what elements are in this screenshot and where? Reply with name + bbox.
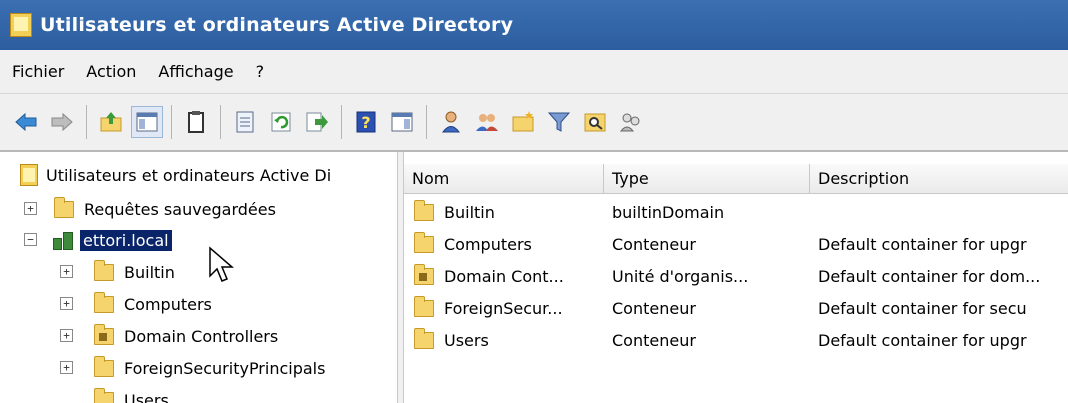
expand-saved-queries[interactable]: + <box>24 202 37 215</box>
ou-folder-icon <box>94 323 114 345</box>
list-row[interactable]: Computers Conteneur Default container fo… <box>404 229 1068 259</box>
toolbar: ? <box>0 94 1068 152</box>
tree-item-domain[interactable]: ettori.local <box>52 225 172 255</box>
row-description: Default container for upgr <box>818 330 1027 350</box>
toolbar-separator <box>341 105 342 139</box>
refresh-icon[interactable] <box>265 106 297 138</box>
folder-icon <box>94 355 114 377</box>
folder-icon <box>54 196 74 218</box>
row-name: Computers <box>444 234 532 254</box>
menu-bar: Fichier Action Affichage ? <box>0 50 1068 94</box>
row-type: Conteneur <box>612 330 696 350</box>
tree-root[interactable]: Utilisateurs et ordinateurs Active Di <box>20 160 331 190</box>
row-type: Conteneur <box>612 298 696 318</box>
column-header-description[interactable]: Description <box>810 164 1068 194</box>
show-console-tree-icon[interactable] <box>131 106 163 138</box>
pane-splitter[interactable] <box>397 152 404 403</box>
ou-folder-icon <box>414 263 434 285</box>
tree-item-foreign-security-principals[interactable]: ForeignSecurityPrincipals <box>94 353 325 383</box>
tree-item-domain-controllers[interactable]: Domain Controllers <box>94 321 278 351</box>
new-group-icon[interactable] <box>471 106 503 138</box>
toolbar-separator <box>426 105 427 139</box>
folder-icon <box>414 231 434 253</box>
list-row[interactable]: Domain Cont... Unité d'organis... Defaul… <box>404 261 1068 291</box>
row-description: Default container for secu <box>818 298 1027 318</box>
aduc-root-icon <box>20 164 38 186</box>
expand-domain-controllers[interactable]: + <box>60 329 73 342</box>
row-description: Default container for dom... <box>818 266 1041 286</box>
menu-action[interactable]: Action <box>86 62 136 81</box>
new-ou-icon[interactable] <box>507 106 539 138</box>
menu-fichier[interactable]: Fichier <box>12 62 64 81</box>
menu-affichage[interactable]: Affichage <box>158 62 233 81</box>
folder-icon <box>414 327 434 349</box>
folder-icon <box>94 291 114 313</box>
up-folder-icon[interactable] <box>95 106 127 138</box>
list-row[interactable]: Builtin builtinDomain <box>404 197 1068 227</box>
show-action-pane-icon[interactable] <box>386 106 418 138</box>
title-bar: Utilisateurs et ordinateurs Active Direc… <box>0 0 1068 50</box>
column-header-type[interactable]: Type <box>604 164 810 194</box>
toolbar-separator <box>171 105 172 139</box>
console-tree[interactable]: Utilisateurs et ordinateurs Active Di + … <box>0 152 397 403</box>
expand-builtin[interactable]: + <box>60 265 73 278</box>
tree-item-label: Domain Controllers <box>124 326 279 346</box>
list-row[interactable]: Users Conteneur Default container for up… <box>404 325 1068 355</box>
tree-item-builtin[interactable]: Builtin <box>94 257 175 287</box>
tree-root-label: Utilisateurs et ordinateurs Active Di <box>46 165 332 185</box>
tree-item-label: ettori.local <box>80 229 172 251</box>
domain-icon <box>52 229 74 251</box>
properties-icon[interactable] <box>229 106 261 138</box>
row-type: builtinDomain <box>612 202 725 222</box>
filter-icon[interactable] <box>543 106 575 138</box>
tree-item-computers[interactable]: Computers <box>94 289 212 319</box>
folder-icon <box>414 199 434 221</box>
help-icon[interactable]: ? <box>350 106 382 138</box>
mouse-cursor-icon <box>209 246 235 282</box>
toolbar-separator <box>86 105 87 139</box>
clipboard-icon[interactable] <box>180 106 212 138</box>
folder-icon <box>94 259 114 281</box>
expand-computers[interactable]: + <box>60 297 73 310</box>
tree-item-label: ForeignSecurityPrincipals <box>124 358 326 378</box>
new-user-icon[interactable] <box>435 106 467 138</box>
row-name: Users <box>444 330 489 350</box>
toolbar-separator <box>220 105 221 139</box>
row-name: Builtin <box>444 202 495 222</box>
details-list[interactable]: Nom Type Description Builtin builtinDoma… <box>404 152 1068 403</box>
back-arrow-icon[interactable] <box>10 106 42 138</box>
column-header-nom[interactable]: Nom <box>404 164 604 194</box>
row-name: ForeignSecur... <box>444 298 563 318</box>
tree-item-label: Requêtes sauvegardées <box>84 199 276 219</box>
tree-item-users[interactable]: Users <box>94 385 169 403</box>
add-to-group-icon[interactable] <box>615 106 647 138</box>
menu-help[interactable]: ? <box>256 62 265 81</box>
window-title: Utilisateurs et ordinateurs Active Direc… <box>40 14 514 36</box>
tree-item-saved-queries[interactable]: Requêtes sauvegardées <box>54 194 276 224</box>
find-icon[interactable] <box>579 106 611 138</box>
folder-icon <box>94 387 114 403</box>
row-description <box>818 197 1068 227</box>
svg-text:?: ? <box>361 113 370 132</box>
row-name: Domain Cont... <box>444 266 564 286</box>
row-type: Unité d'organis... <box>612 266 749 286</box>
expand-foreign-security-principals[interactable]: + <box>60 361 73 374</box>
aduc-app-icon[interactable] <box>10 13 32 37</box>
tree-item-label: Computers <box>124 294 212 314</box>
tree-item-label: Users <box>124 390 169 403</box>
row-description: Default container for upgr <box>818 234 1027 254</box>
forward-arrow-icon[interactable] <box>46 106 78 138</box>
tree-item-label: Builtin <box>124 262 175 282</box>
export-list-icon[interactable] <box>301 106 333 138</box>
list-row[interactable]: ForeignSecur... Conteneur Default contai… <box>404 293 1068 323</box>
collapse-domain[interactable]: − <box>24 233 37 246</box>
row-type: Conteneur <box>612 234 696 254</box>
folder-icon <box>414 295 434 317</box>
